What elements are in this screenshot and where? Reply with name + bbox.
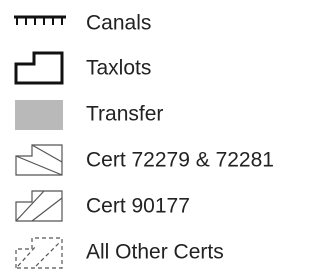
legend-label-taxlots: Taxlots xyxy=(86,56,152,80)
transfer-fill-icon xyxy=(12,96,68,132)
other-certs-dashed-icon xyxy=(12,234,68,270)
canal-line-icon xyxy=(12,5,68,41)
legend-item-cert-72279-72281: Cert 72279 & 72281 xyxy=(0,140,299,180)
map-legend: Canals Taxlots Transfer Cert 72279 & 722… xyxy=(0,0,299,273)
legend-item-all-other-certs: All Other Certs xyxy=(0,232,299,272)
cert-72279-hatch-icon xyxy=(12,142,68,178)
legend-label-transfer: Transfer xyxy=(86,102,164,126)
taxlot-outline-icon xyxy=(12,50,68,86)
legend-label-cert-90177: Cert 90177 xyxy=(86,194,190,218)
legend-item-canals: Canals xyxy=(0,3,299,43)
legend-label-canals: Canals xyxy=(86,11,152,35)
legend-label-all-other-certs: All Other Certs xyxy=(86,240,224,264)
legend-item-cert-90177: Cert 90177 xyxy=(0,186,299,226)
cert-90177-hatch-icon xyxy=(12,188,68,224)
legend-item-transfer: Transfer xyxy=(0,94,299,134)
legend-item-taxlots: Taxlots xyxy=(0,48,299,88)
legend-label-cert-72279-72281: Cert 72279 & 72281 xyxy=(86,148,274,172)
